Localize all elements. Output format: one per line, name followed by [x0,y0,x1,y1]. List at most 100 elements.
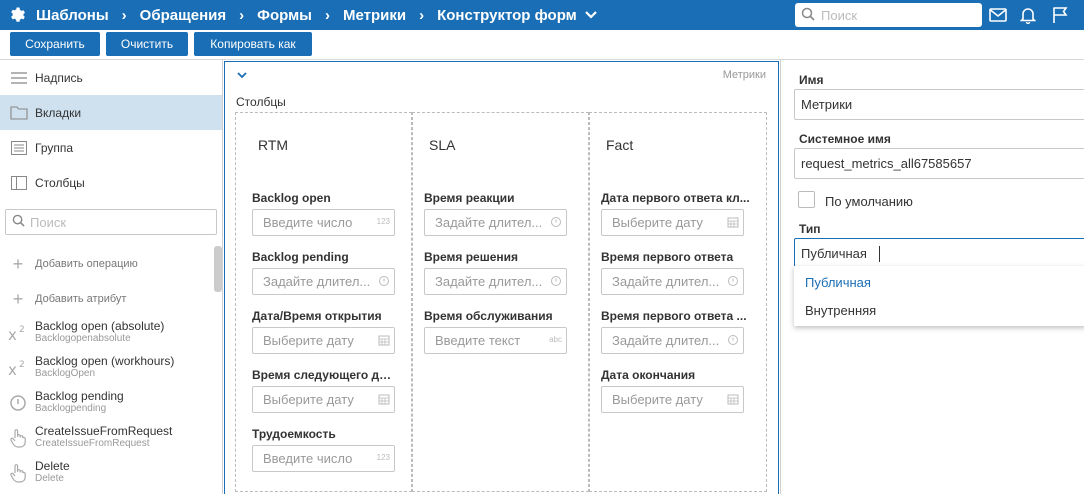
type-select-value: Публичная [801,246,867,261]
collapse-chevron-icon[interactable] [237,68,247,82]
sidebar-item-text: Столбцы [35,175,85,190]
attribute-title: Backlog open (workhours) [35,354,175,368]
duration-field[interactable]: Задайте длител... [424,268,567,295]
form-column[interactable]: RTM Backlog open Введите число 123 Backlo… [235,112,412,492]
attribute-title: CreateIssueFromRequest [35,424,173,438]
date-field[interactable]: Выберите дату [601,386,744,413]
timer-icon [379,276,389,286]
field-label: Backlog pending [252,250,349,264]
timer-icon [8,392,28,414]
sidebar-item-label[interactable]: Надпись [0,60,222,95]
attribute-title: Backlog pending [35,389,124,403]
attribute-item[interactable]: x2 Backlog open (workhours) BacklogOpen [8,354,213,380]
timer-icon [551,217,561,227]
save-button[interactable]: Сохранить [10,32,100,56]
sidebar-item-group[interactable]: Группа [0,130,222,165]
system-name-input[interactable]: request_metrics_all67585657 [794,148,1084,179]
attribute-code: Delete [35,473,64,484]
attribute-item[interactable]: Delete Delete [8,459,213,485]
breadcrumb-item[interactable]: Метрики [343,7,406,24]
group-icon [10,139,28,157]
breadcrumb-item-current[interactable]: Конструктор форм [437,7,577,24]
field-label: Трудоемкость [252,427,336,441]
attribute-code: CreateIssueFromRequest [35,438,150,449]
form-column[interactable]: SLA Время реакции Задайте длител... Врем… [412,112,589,492]
add-operation-button[interactable]: + Добавить операцию [8,254,138,274]
field-placeholder: Выберите дату [263,392,354,407]
duration-field[interactable]: Задайте длител... [601,268,744,295]
date-field[interactable]: Выберите дату [252,386,395,413]
system-name-label: Системное имя [799,132,891,146]
duration-field[interactable]: Задайте длител... [252,268,395,295]
search-icon [12,214,25,230]
column-title: RTM [258,137,289,153]
sidebar-item-text: Надпись [35,70,83,85]
sidebar-scrollbar[interactable] [214,246,222,292]
duration-field[interactable]: Задайте длител... [601,327,744,354]
add-attribute-label: Добавить атрибут [35,293,127,305]
flag-icon[interactable] [1050,5,1070,25]
sidebar-search [5,209,217,235]
properties-panel: Имя Метрики Системное имя request_metric… [780,60,1084,494]
field-placeholder: Введите число [263,215,353,230]
field-placeholder: Введите текст [435,333,521,348]
attribute-item[interactable]: Backlog pending Backlogpending [8,389,213,415]
form-column[interactable]: Fact Дата первого ответа кл... Выберите … [589,112,767,492]
name-input[interactable]: Метрики [794,89,1084,120]
mail-icon[interactable] [988,5,1008,25]
default-checkbox[interactable] [798,191,815,208]
columns-title: Столбцы [236,95,286,109]
global-search [795,3,982,27]
attribute-code: Backlogopenabsolute [35,333,131,344]
field-label: Время первого ответа [601,250,734,264]
chevron-down-icon[interactable] [585,10,597,20]
calendar-icon [378,394,390,405]
field-label: Дата/Время открытия [252,309,382,323]
field-label: Время обслуживания [424,309,553,323]
settings-gear-icon[interactable] [0,0,36,30]
type-option-internal[interactable]: Внутренняя [805,303,876,318]
type-select[interactable]: Публичная [794,238,1084,269]
sidebar-item-columns[interactable]: Столбцы [0,165,222,200]
breadcrumb-separator-icon: › [121,6,127,24]
column-title: SLA [429,137,456,153]
copy-as-button[interactable]: Копировать как [194,32,312,56]
breadcrumb-item[interactable]: Формы [257,7,312,24]
columns-icon [10,174,28,192]
number-field[interactable]: Введите число 123 [252,445,395,472]
bell-icon[interactable] [1018,5,1038,25]
sidebar-item-text: Группа [35,140,74,155]
field-placeholder: Задайте длител... [263,274,371,289]
date-field[interactable]: Выберите дату [252,327,395,354]
sidebar-item-tabs[interactable]: Вкладки [0,95,222,130]
field-placeholder: Выберите дату [612,392,703,407]
date-field[interactable]: Выберите дату [601,209,744,236]
field-label: Время следующего де... [252,368,394,382]
duration-field[interactable]: Задайте длител... [424,209,567,236]
type-option-public[interactable]: Публичная [805,275,871,290]
attribute-item[interactable]: x2 Backlog open (absolute) Backlogopenab… [8,319,213,345]
field-placeholder: Задайте длител... [612,274,720,289]
hand-pointer-icon [8,427,28,449]
field-label: Время реакции [424,191,515,205]
form-section[interactable]: Метрики Столбцы RTM Backlog open Введите… [224,61,779,494]
add-operation-label: Добавить операцию [35,258,138,270]
clear-button[interactable]: Очистить [106,32,188,56]
elements-sidebar: Надпись Вкладки Группа Столбцы + Добавит… [0,60,223,494]
timer-icon [728,276,738,286]
add-attribute-button[interactable]: + Добавить атрибут [8,289,127,309]
global-search-input[interactable] [821,7,971,23]
breadcrumb-item[interactable]: Обращения [140,7,226,24]
top-navbar: Шаблоны › Обращения › Формы › Метрики › … [0,0,1084,30]
form-canvas: Метрики Столбцы RTM Backlog open Введите… [223,60,780,494]
calendar-icon [378,335,390,346]
sidebar-search-input[interactable] [30,214,210,230]
number-field[interactable]: Введите число 123 [252,209,395,236]
name-label: Имя [799,73,824,87]
attribute-item[interactable]: CreateIssueFromRequest CreateIssueFromRe… [8,424,213,450]
number-type-icon: 123 [376,453,390,462]
text-field[interactable]: Введите текст abc [424,327,567,354]
field-label: Дата окончания [601,368,696,382]
breadcrumb-item[interactable]: Шаблоны [36,7,109,24]
field-placeholder: Введите число [263,451,353,466]
